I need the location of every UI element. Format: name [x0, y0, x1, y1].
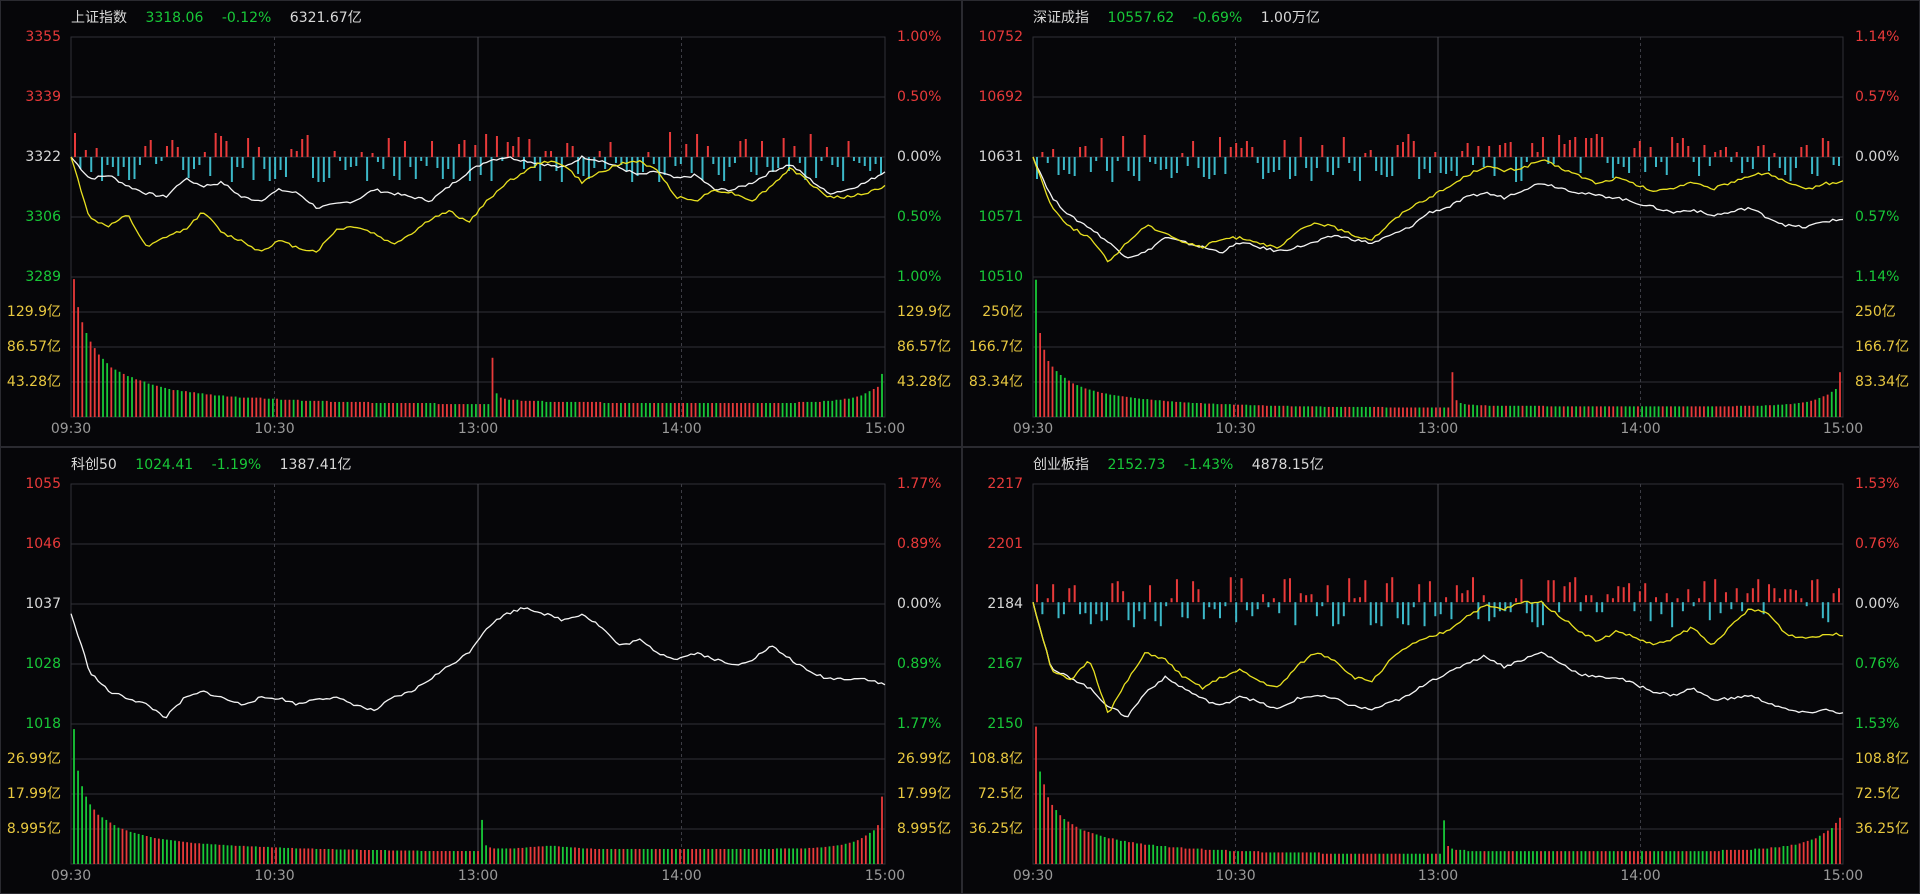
- time-axis-label: 10:30: [1215, 868, 1255, 884]
- panel-star50[interactable]: 科创50 1024.41 -1.19% 1387.41亿 1055 1046 103…: [0, 447, 962, 894]
- volume-axis-label: 108.8亿: [969, 751, 1023, 767]
- volume-axis-label: 43.28亿: [7, 374, 61, 390]
- price-axis-label: 10631: [978, 149, 1023, 165]
- price-axis-label: 2217: [987, 476, 1023, 492]
- volume-axis-label: 250亿: [1855, 304, 1896, 320]
- time-axis-label: 15:00: [1823, 421, 1863, 437]
- volume-axis-label: 26.99亿: [897, 751, 951, 767]
- time-axis-label: 13:00: [458, 421, 498, 437]
- intraday-chart[interactable]: 2217 2201 2184 2167 2150 1.53% 0.76% 0.00% 0.76%…: [963, 448, 1919, 893]
- pct-axis-label: 1.14%: [1855, 269, 1899, 285]
- volume-axis-label: 17.99亿: [897, 786, 951, 802]
- time-axis-label: 09:30: [1013, 421, 1053, 437]
- intraday-chart[interactable]: 3355 3339 3322 3306 3289 1.00% 0.50% 0.00% 0.50%…: [1, 1, 961, 446]
- volume-axis-label: 86.57亿: [7, 339, 61, 355]
- time-axis-label: 14:00: [1620, 868, 1660, 884]
- pct-axis-label: 0.89%: [897, 656, 941, 672]
- time-axis-label: 14:00: [661, 421, 701, 437]
- price-axis-label: 1055: [25, 476, 61, 492]
- volume-axis-label: 166.7亿: [1855, 339, 1909, 355]
- volume-axis-label: 129.9亿: [897, 304, 951, 320]
- volume-axis-label: 83.34亿: [1855, 374, 1909, 390]
- pct-axis-label: 1.00%: [897, 29, 941, 45]
- time-axis-label: 10:30: [1215, 421, 1255, 437]
- pct-axis-label: 1.53%: [1855, 476, 1899, 492]
- price-axis-label: 2184: [987, 596, 1023, 612]
- chart-grid: [70, 483, 886, 865]
- volume-axis-label: 108.8亿: [1855, 751, 1909, 767]
- volume-axis-label: 129.9亿: [7, 304, 61, 320]
- panel-sse-composite[interactable]: 上证指数 3318.06 -0.12% 6321.67亿 3355 3339 332…: [0, 0, 962, 447]
- price-axis-label: 1037: [25, 596, 61, 612]
- pct-axis-label: 0.50%: [897, 89, 941, 105]
- time-axis-label: 15:00: [865, 868, 905, 884]
- volume-axis-label: 166.7亿: [969, 339, 1023, 355]
- pct-axis-label: 0.76%: [1855, 656, 1899, 672]
- pct-axis-label: 1.77%: [897, 716, 941, 732]
- price-axis-label: 2201: [987, 536, 1023, 552]
- price-axis-label: 3322: [25, 149, 61, 165]
- price-axis-label: 10571: [978, 209, 1023, 225]
- time-axis-label: 15:00: [865, 421, 905, 437]
- volume-axis-label: 8.995亿: [897, 821, 951, 837]
- volume-axis-label: 72.5亿: [978, 786, 1023, 802]
- price-axis-label: 3339: [25, 89, 61, 105]
- price-axis-label: 3289: [25, 269, 61, 285]
- price-axis-label: 3355: [25, 29, 61, 45]
- pct-axis-label: 0.00%: [1855, 149, 1899, 165]
- pct-axis-label: 0.50%: [897, 209, 941, 225]
- volume-axis-label: 72.5亿: [1855, 786, 1900, 802]
- price-axis-label: 3306: [25, 209, 61, 225]
- pct-axis-label: 1.00%: [897, 269, 941, 285]
- volume-axis-label: 8.995亿: [7, 821, 61, 837]
- time-axis-label: 15:00: [1823, 868, 1863, 884]
- price-axis-label: 10752: [978, 29, 1023, 45]
- volume-axis-label: 26.99亿: [7, 751, 61, 767]
- time-axis-label: 09:30: [1013, 868, 1053, 884]
- time-axis-label: 10:30: [254, 421, 294, 437]
- time-axis-label: 10:30: [254, 868, 294, 884]
- time-axis-label: 14:00: [661, 868, 701, 884]
- pct-axis-label: 1.14%: [1855, 29, 1899, 45]
- volume-axis-label: 17.99亿: [7, 786, 61, 802]
- volume-axis-label: 250亿: [982, 304, 1023, 320]
- dashboard: { "colors": { "up": "#e83a3a", "down": "…: [0, 0, 1920, 894]
- pct-axis-label: 0.89%: [897, 536, 941, 552]
- price-axis-label: 10510: [978, 269, 1023, 285]
- time-axis-label: 09:30: [51, 421, 91, 437]
- price-axis-label: 1046: [25, 536, 61, 552]
- price-axis-label: 1018: [25, 716, 61, 732]
- chart-grid: [1032, 36, 1844, 418]
- time-axis-label: 13:00: [458, 868, 498, 884]
- time-axis-label: 14:00: [1620, 421, 1660, 437]
- price-axis-label: 1028: [25, 656, 61, 672]
- pct-axis-label: 0.57%: [1855, 89, 1899, 105]
- volume-axis-label: 86.57亿: [897, 339, 951, 355]
- price-axis-label: 2150: [987, 716, 1023, 732]
- volume-axis-label: 43.28亿: [897, 374, 951, 390]
- pct-axis-label: 0.76%: [1855, 536, 1899, 552]
- volume-axis-label: 83.34亿: [969, 374, 1023, 390]
- pct-axis-label: 0.00%: [897, 596, 941, 612]
- pct-axis-label: 0.57%: [1855, 209, 1899, 225]
- price-axis-label: 2167: [987, 656, 1023, 672]
- price-axis-label: 10692: [978, 89, 1023, 105]
- time-axis-label: 13:00: [1418, 868, 1458, 884]
- pct-axis-label: 1.77%: [897, 476, 941, 492]
- intraday-chart[interactable]: 10752 10692 10631 10571 10510 1.14% 0.57% 0.00%…: [963, 1, 1919, 446]
- chart-grid: [1032, 483, 1844, 865]
- pct-axis-label: 0.00%: [1855, 596, 1899, 612]
- panel-chinext[interactable]: 创业板指 2152.73 -1.43% 4878.15亿 2217 2201 218…: [962, 447, 1920, 894]
- time-axis-label: 13:00: [1418, 421, 1458, 437]
- time-axis-label: 09:30: [51, 868, 91, 884]
- volume-axis-label: 36.25亿: [969, 821, 1023, 837]
- pct-axis-label: 0.00%: [897, 149, 941, 165]
- chart-grid: [70, 36, 886, 418]
- volume-axis-label: 36.25亿: [1855, 821, 1909, 837]
- panel-szse-component[interactable]: 深证成指 10557.62 -0.69% 1.00万亿 10752 10692 10…: [962, 0, 1920, 447]
- pct-axis-label: 1.53%: [1855, 716, 1899, 732]
- intraday-chart[interactable]: 1055 1046 1037 1028 1018 1.77% 0.89% 0.00% 0.89%…: [1, 448, 961, 893]
